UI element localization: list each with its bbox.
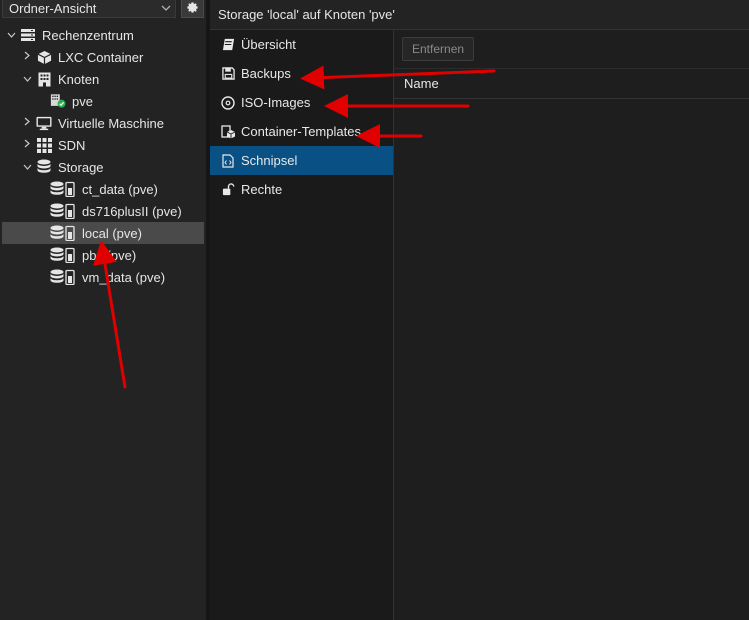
tree-item-vms[interactable]: Virtuelle Maschine [2, 112, 204, 134]
storage-disk-icon [50, 181, 76, 197]
toolbar: Entfernen [394, 30, 749, 69]
grid-header: Name [394, 69, 749, 99]
database-icon [36, 159, 52, 175]
gear-icon [186, 1, 199, 17]
remove-button[interactable]: Entfernen [402, 37, 475, 61]
book-icon [220, 37, 236, 53]
tree-item-storage-ct-data[interactable]: ct_data (pve) [2, 178, 204, 200]
tree-item-node-pve[interactable]: pve [2, 90, 204, 112]
storage-disk-icon [50, 225, 76, 241]
nav-item-permissions[interactable]: Rechte [210, 175, 393, 204]
tree-item-storage-local[interactable]: local (pve) [2, 222, 204, 244]
file-code-icon [220, 153, 236, 169]
tree-item-label: Rechenzentrum [42, 27, 134, 43]
tree-item-lxc[interactable]: LXC Container [2, 46, 204, 68]
resource-tree-panel: Ordner-Ansicht Rechenzentrum LXC Contain… [0, 0, 206, 620]
resource-tree: Rechenzentrum LXC Container Knoten pve V… [2, 24, 204, 288]
page-title: Storage 'local' auf Knoten 'pve' [218, 7, 395, 22]
nav-item-backups[interactable]: Backups [210, 59, 393, 88]
nav-item-container-templates[interactable]: Container-Templates [210, 117, 393, 146]
expanded-chevron-icon[interactable] [22, 73, 32, 85]
tree-item-label: Knoten [58, 71, 100, 87]
app-window: Ordner-Ansicht Rechenzentrum LXC Contain… [0, 0, 749, 620]
expanded-chevron-icon[interactable] [6, 29, 16, 41]
nav-item-label: Schnipsel [241, 153, 298, 168]
tree-item-label: ds716plusII (pve) [82, 203, 182, 219]
nav-item-label: Übersicht [241, 37, 296, 52]
floppy-disk-icon [220, 66, 236, 82]
storage-disk-icon [50, 203, 76, 219]
column-header-name[interactable]: Name [404, 76, 439, 91]
tree-item-label: ct_data (pve) [82, 181, 158, 197]
node-online-icon [50, 93, 66, 109]
storage-nav: Übersicht Backups ISO-Images Container-T… [210, 30, 393, 620]
nav-item-label: Container-Templates [241, 124, 361, 139]
view-selector[interactable]: Ordner-Ansicht [2, 0, 176, 18]
collapsed-chevron-icon[interactable] [22, 117, 32, 129]
tree-item-label: Storage [58, 159, 104, 175]
tree-item-storage-pbs[interactable]: pbs (pve) [2, 244, 204, 266]
content-header: Storage 'local' auf Knoten 'pve' [210, 0, 749, 30]
tree-item-label: pbs (pve) [82, 247, 137, 263]
chevron-down-icon [157, 3, 175, 14]
tree-item-storage[interactable]: Storage [2, 156, 204, 178]
building-icon [36, 71, 52, 87]
tree-item-label: vm_data (pve) [82, 269, 166, 285]
grid-icon [36, 137, 52, 153]
expanded-chevron-icon[interactable] [22, 161, 32, 173]
storage-disk-icon [50, 269, 76, 285]
nav-item-label: ISO-Images [241, 95, 311, 110]
tree-item-label: Virtuelle Maschine [58, 115, 164, 131]
tree-item-label: pve [72, 93, 93, 109]
tree-item-storage-ds716plusii[interactable]: ds716plusII (pve) [2, 200, 204, 222]
nav-item-overview[interactable]: Übersicht [210, 30, 393, 59]
nav-item-label: Rechte [241, 182, 283, 197]
storage-disk-icon [50, 247, 76, 263]
tree-settings-button[interactable] [181, 0, 204, 18]
snippets-panel: Entfernen Name [393, 30, 749, 620]
collapsed-chevron-icon[interactable] [22, 51, 32, 63]
view-selector-label: Ordner-Ansicht [9, 1, 97, 16]
disc-icon [220, 95, 236, 111]
tree-item-datacenter[interactable]: Rechenzentrum [2, 24, 204, 46]
nav-item-snippets[interactable]: Schnipsel [210, 146, 393, 175]
tree-item-label: LXC Container [58, 49, 144, 65]
tree-item-storage-vm-data[interactable]: vm_data (pve) [2, 266, 204, 288]
tree-item-sdn[interactable]: SDN [2, 134, 204, 156]
nav-item-label: Backups [241, 66, 291, 81]
datacenter-icon [20, 27, 36, 43]
unlock-icon [220, 182, 236, 198]
tree-item-nodes[interactable]: Knoten [2, 68, 204, 90]
collapsed-chevron-icon[interactable] [22, 139, 32, 151]
tree-item-label: local (pve) [82, 225, 142, 241]
nav-item-iso-images[interactable]: ISO-Images [210, 88, 393, 117]
template-icon [220, 124, 236, 140]
tree-item-label: SDN [58, 137, 86, 153]
cube-icon [36, 49, 52, 65]
monitor-icon [36, 115, 52, 131]
